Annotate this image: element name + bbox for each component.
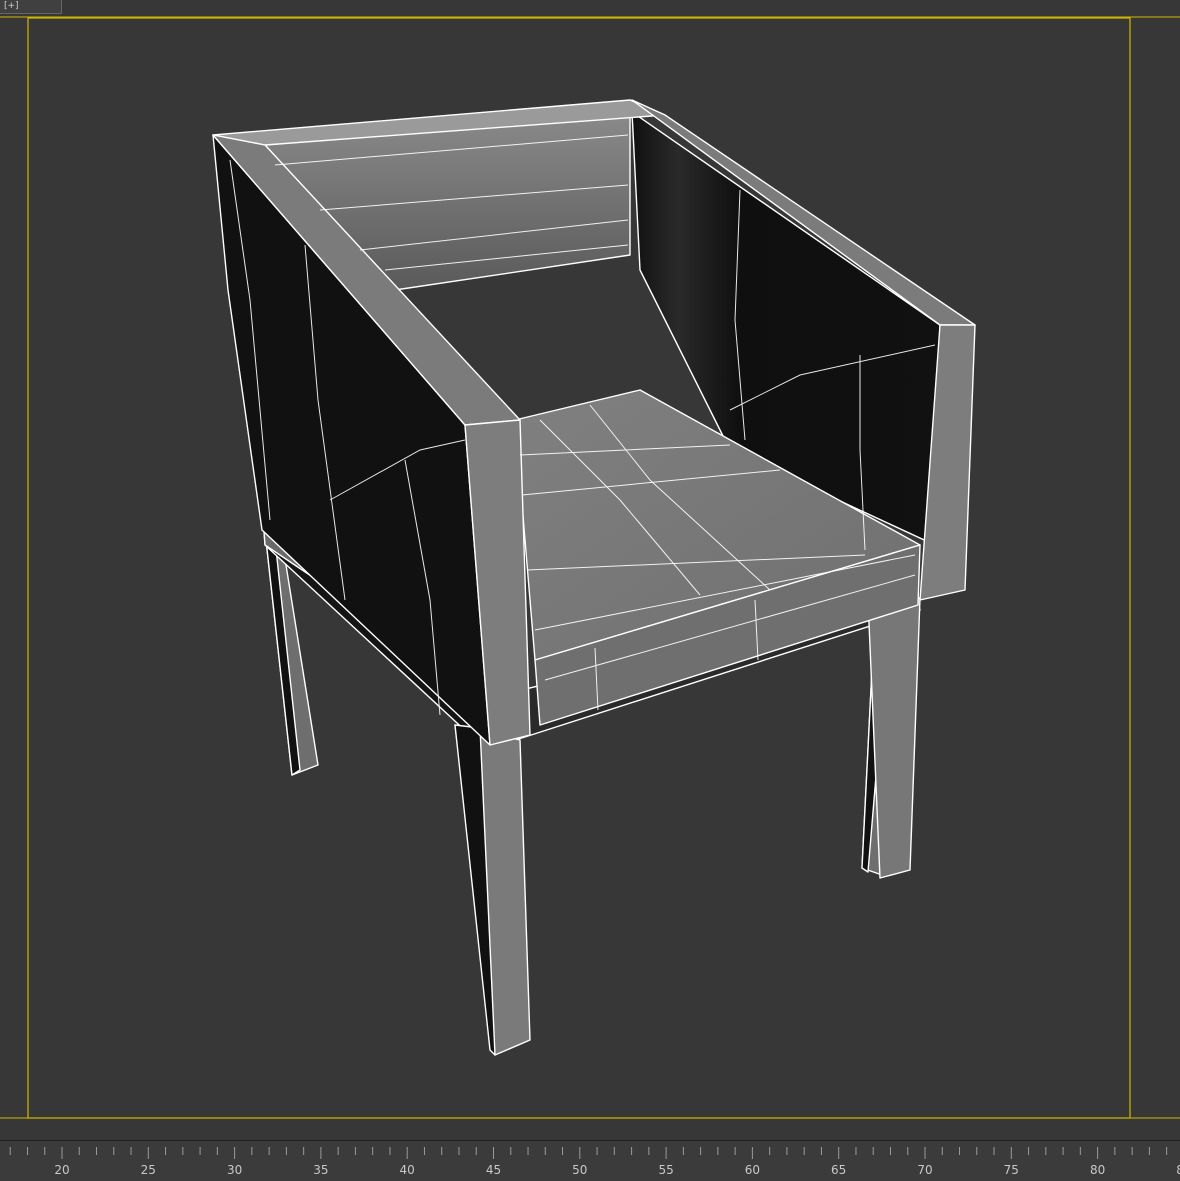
ruler-tick-label: 75 [1004, 1163, 1019, 1177]
ruler-tick-label: 40 [400, 1163, 415, 1177]
chair-model[interactable] [0, 0, 1180, 1140]
ruler-tick-label: 65 [831, 1163, 846, 1177]
ruler-tick-label: 55 [658, 1163, 673, 1177]
viewport[interactable] [0, 0, 1180, 1140]
viewport-menu-label[interactable]: [+] [0, 0, 62, 14]
ruler-tick-label: 60 [745, 1163, 760, 1177]
ruler-tick-label: 20 [54, 1163, 69, 1177]
ruler-tick-label: 85 [1176, 1163, 1180, 1177]
ruler-tick-label: 70 [917, 1163, 932, 1177]
ruler-tick-label: 50 [572, 1163, 587, 1177]
ruler-tick-label: 35 [313, 1163, 328, 1177]
timeline-ruler[interactable]: 20 25 30 35 40 45 50 55 60 65 70 75 80 85 [0, 1140, 1180, 1181]
ruler-tick-label: 80 [1090, 1163, 1105, 1177]
ruler-tick-label: 30 [227, 1163, 242, 1177]
ruler-tick-label: 45 [486, 1163, 501, 1177]
ruler-tick-label: 25 [141, 1163, 156, 1177]
